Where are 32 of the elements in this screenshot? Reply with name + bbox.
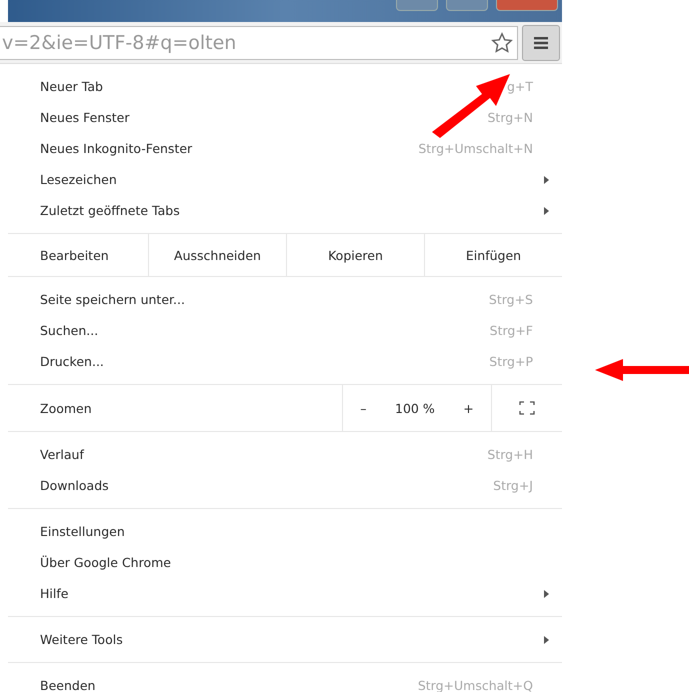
menu-button[interactable] xyxy=(522,24,560,60)
bookmark-star-icon[interactable] xyxy=(491,32,513,54)
menu-item[interactable]: Drucken... xyxy=(40,354,104,369)
menu-item[interactable]: Zuletzt geöffnete Tabs xyxy=(40,203,180,218)
menu-item[interactable]: Neues Fenster xyxy=(40,110,130,125)
menu-item[interactable]: Weitere Tools xyxy=(40,632,123,647)
shortcut-label: Strg+F xyxy=(490,323,533,338)
edit-label: Bearbeiten xyxy=(39,246,110,264)
menu-item[interactable]: Hilfe xyxy=(40,586,68,601)
shortcut-label: Strg+J xyxy=(493,478,533,493)
menu-item[interactable]: Neuer Tab xyxy=(40,79,103,94)
menu-item[interactable]: Lesezeichen xyxy=(40,172,117,187)
menu-item[interactable]: Beenden xyxy=(40,678,96,692)
menu-item[interactable]: Neues Inkognito-Fenster xyxy=(40,141,192,156)
menu-item[interactable]: Seite speichern unter... xyxy=(40,292,185,307)
shortcut-label: Strg+N xyxy=(487,110,533,125)
zoom-in-button[interactable]: + xyxy=(457,398,480,418)
shortcut-label: Strg+H xyxy=(487,447,533,462)
menu-icon xyxy=(533,36,549,50)
menu-item[interactable]: Suchen... xyxy=(40,323,98,338)
zoom-level: 100 % xyxy=(395,400,435,416)
zoom-label: Zoomen xyxy=(39,400,93,418)
menu-item[interactable]: Einstellungen xyxy=(40,524,125,539)
menu-item[interactable]: Verlauf xyxy=(40,447,84,462)
shortcut-label: Strg+P xyxy=(489,354,533,369)
shortcut-label: Strg+Umschalt+N xyxy=(418,141,533,156)
fullscreen-icon[interactable] xyxy=(519,401,535,415)
shortcut-label: Strg+S xyxy=(488,292,533,307)
menu-item[interactable]: Über Google Chrome xyxy=(40,555,171,570)
shortcut-label: g+T xyxy=(506,79,533,94)
zoom-out-button[interactable]: – xyxy=(354,398,372,418)
menu-item[interactable]: Downloads xyxy=(40,478,109,493)
